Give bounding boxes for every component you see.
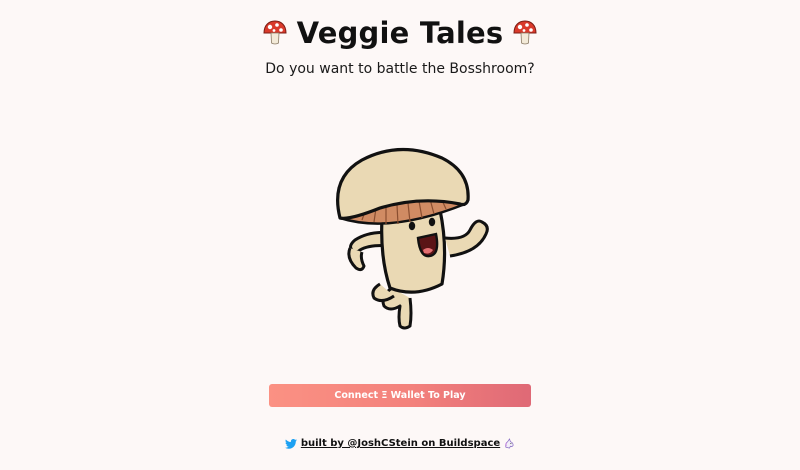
mushroom-icon [263,20,287,45]
page-title: Veggie Tales [296,16,504,50]
connect-wallet-button[interactable]: Connect Ξ Wallet To Play [269,384,531,407]
footer: built by @JoshCStein on Buildspace [0,438,800,449]
page-header: Veggie Tales Do you want to battle the B… [0,14,800,77]
buildspace-link[interactable]: built by @JoshCStein on Buildspace [301,438,500,449]
mushroom-icon [513,20,537,45]
mushroom-character-image [336,147,489,330]
page-subtitle: Do you want to battle the Bosshroom? [265,61,535,77]
twitter-icon [284,438,297,449]
title-row: Veggie Tales [0,14,800,52]
unicorn-icon [505,438,514,449]
